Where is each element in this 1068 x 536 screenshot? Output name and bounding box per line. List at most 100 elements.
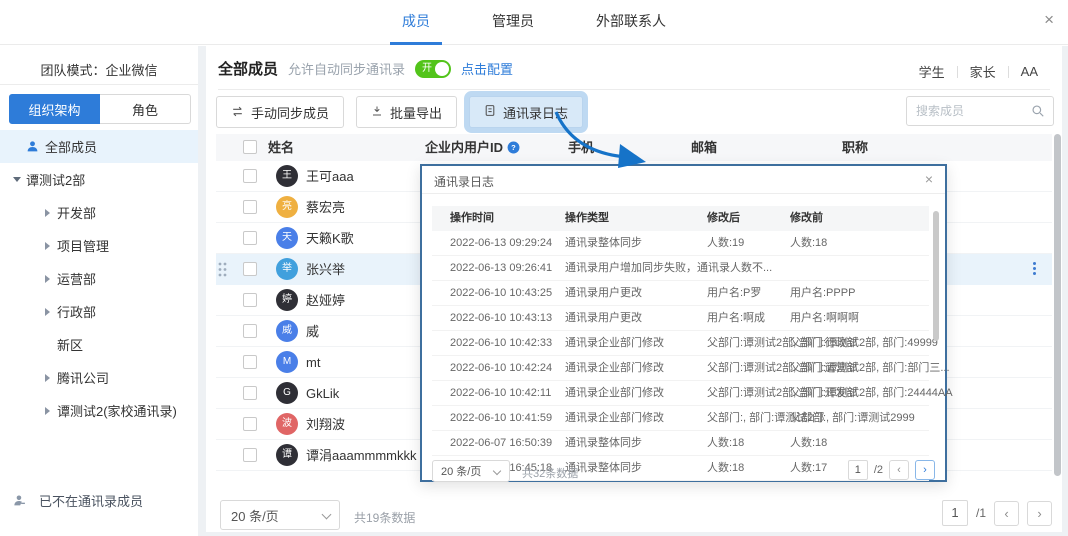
sidebar-tree-item[interactable]: 项目管理 (0, 229, 198, 262)
page-total-label: /1 (976, 506, 986, 520)
modal-next-page-button[interactable]: › (915, 460, 935, 480)
contact-log-button[interactable]: 通讯录日志 (469, 96, 583, 128)
chevron-right-icon[interactable] (44, 308, 57, 316)
sidebar-tree-item[interactable]: 开发部 (0, 196, 198, 229)
sidebar-item-not-in-contacts[interactable]: 已不在通讯录成员 (13, 491, 143, 510)
log-after: 用户名:啊成 (707, 306, 765, 330)
sidebar-tree-item[interactable]: 谭测试2(家校通讯录) (0, 394, 198, 427)
select-all-checkbox[interactable] (243, 140, 257, 154)
sidebar-tree-item[interactable]: 谭测试2部 (0, 163, 198, 196)
log-before: 父部门:, 部门:谭测试2999 (790, 406, 915, 430)
chevron-down-icon[interactable] (13, 173, 26, 186)
avatar: 婷 (276, 289, 298, 311)
auto-sync-toggle[interactable]: 开 (415, 60, 451, 78)
log-time: 2022-06-13 09:29:24 (450, 231, 552, 255)
row-checkbox[interactable] (243, 200, 257, 214)
sidebar-tree-item[interactable]: 全部成员 (0, 130, 198, 163)
log-table-row: 2022-06-10 10:43:25通讯录用户更改用户名:P罗用户名:PPPP (432, 281, 929, 306)
modal-pagination: 20 条/页 共32条数据 1 /2 ‹ › (432, 460, 935, 482)
table-pagination: 20 条/页 共19条数据 1 /1 ‹ › (216, 500, 1052, 530)
member-name: 张兴举 (306, 254, 345, 285)
row-checkbox[interactable] (243, 448, 257, 462)
aa-link[interactable]: AA (1021, 64, 1038, 79)
row-checkbox[interactable] (243, 231, 257, 245)
avatar: G (276, 382, 298, 404)
drag-handle-icon[interactable] (218, 262, 227, 282)
toggle-knob (435, 62, 449, 76)
sidebar-tree-item[interactable]: 行政部 (0, 295, 198, 328)
row-checkbox[interactable] (243, 293, 257, 307)
help-icon[interactable]: ? (507, 141, 520, 154)
log-type: 通讯录企业部门修改 (565, 406, 664, 430)
sidebar: 团队模式：企业微信 组织架构 角色 全部成员谭测试2部开发部项目管理运营部行政部… (0, 46, 198, 536)
row-checkbox[interactable] (243, 169, 257, 183)
log-before: 人数:18 (790, 231, 827, 255)
manual-sync-button[interactable]: 手动同步成员 (216, 96, 344, 128)
divider (218, 89, 1050, 90)
download-icon (371, 105, 383, 120)
prev-page-button[interactable]: ‹ (994, 501, 1019, 526)
sidebar-item-label: 谭测试2部 (26, 170, 85, 189)
chevron-right-icon[interactable] (44, 275, 57, 283)
chevron-right-icon[interactable] (44, 242, 57, 250)
page-number-input[interactable]: 1 (942, 500, 968, 526)
modal-prev-page-button[interactable]: ‹ (889, 460, 909, 480)
avatar: 王 (276, 165, 298, 187)
tab-item[interactable]: 管理员 (492, 0, 534, 45)
log-before: 用户名:PPPP (790, 281, 855, 305)
tab-active[interactable]: 成员 (402, 0, 430, 45)
row-checkbox[interactable] (243, 355, 257, 369)
person-removed-icon (13, 494, 26, 507)
search-input[interactable] (916, 97, 1026, 125)
sidebar-tree-item[interactable]: 腾讯公司 (0, 361, 198, 394)
log-type: 通讯录企业部门修改 (565, 356, 664, 380)
modal-page-size-select[interactable]: 20 条/页 (432, 460, 510, 482)
log-time: 2022-06-13 09:26:41 (450, 256, 552, 280)
log-icon (484, 104, 496, 120)
click-configure-link[interactable]: 点击配置 (461, 59, 513, 78)
org-structure-button[interactable]: 组织架构 (9, 94, 100, 124)
log-table-header: 操作时间操作类型修改后修改前 (432, 206, 929, 231)
next-page-button[interactable]: › (1027, 501, 1052, 526)
modal-close-icon[interactable]: × (925, 172, 933, 186)
log-column-header: 操作时间 (450, 206, 494, 231)
row-checkbox[interactable] (243, 262, 257, 276)
panel-header: 全部成员 允许自动同步通讯录 开 点击配置 (218, 58, 513, 79)
log-time: 2022-06-10 10:43:13 (450, 306, 552, 330)
batch-export-button[interactable]: 批量导出 (356, 96, 457, 128)
page-size-select[interactable]: 20 条/页 (220, 500, 340, 530)
chevron-right-icon[interactable] (44, 407, 57, 415)
log-time: 2022-06-10 10:42:11 (450, 381, 551, 405)
student-link[interactable]: 学生 (919, 62, 945, 81)
modal-total-count-label: 共32条数据 (522, 465, 578, 481)
toolbar: 手动同步成员批量导出通讯录日志 (216, 96, 583, 128)
sidebar-tree-item[interactable]: 运营部 (0, 262, 198, 295)
member-name: 刘翔波 (306, 409, 345, 440)
more-actions-icon[interactable] (1033, 262, 1036, 275)
log-type: 通讯录整体同步 (565, 431, 642, 455)
row-checkbox[interactable] (243, 324, 257, 338)
row-checkbox[interactable] (243, 386, 257, 400)
tab-item[interactable]: 外部联系人 (596, 0, 666, 45)
log-before: 人数:18 (790, 431, 827, 455)
modal-page-number-input[interactable]: 1 (848, 460, 868, 480)
sidebar-item-label: 新区 (57, 335, 83, 354)
sidebar-footer-label: 已不在通讯录成员 (39, 491, 143, 510)
vertical-scrollbar[interactable] (1054, 134, 1061, 476)
close-icon[interactable]: × (1044, 11, 1054, 28)
chevron-right-icon[interactable] (44, 209, 57, 217)
parent-link[interactable]: 家长 (970, 62, 996, 81)
divider (957, 66, 958, 78)
search-icon (1031, 104, 1045, 123)
sidebar-item-label: 腾讯公司 (57, 368, 109, 387)
log-table-row: 2022-06-10 10:42:33通讯录企业部门修改父部门:谭测试2部, 部… (432, 331, 929, 356)
column-header-label: 职称 (842, 134, 868, 161)
sidebar-tree-item[interactable]: 新区 (0, 328, 198, 361)
avatar: M (276, 351, 298, 373)
role-button[interactable]: 角色 (100, 94, 191, 124)
modal-scrollbar[interactable] (933, 211, 939, 341)
column-header: 姓名 (268, 134, 294, 161)
chevron-right-icon[interactable] (44, 374, 57, 382)
sync-icon (231, 105, 244, 120)
row-checkbox[interactable] (243, 417, 257, 431)
